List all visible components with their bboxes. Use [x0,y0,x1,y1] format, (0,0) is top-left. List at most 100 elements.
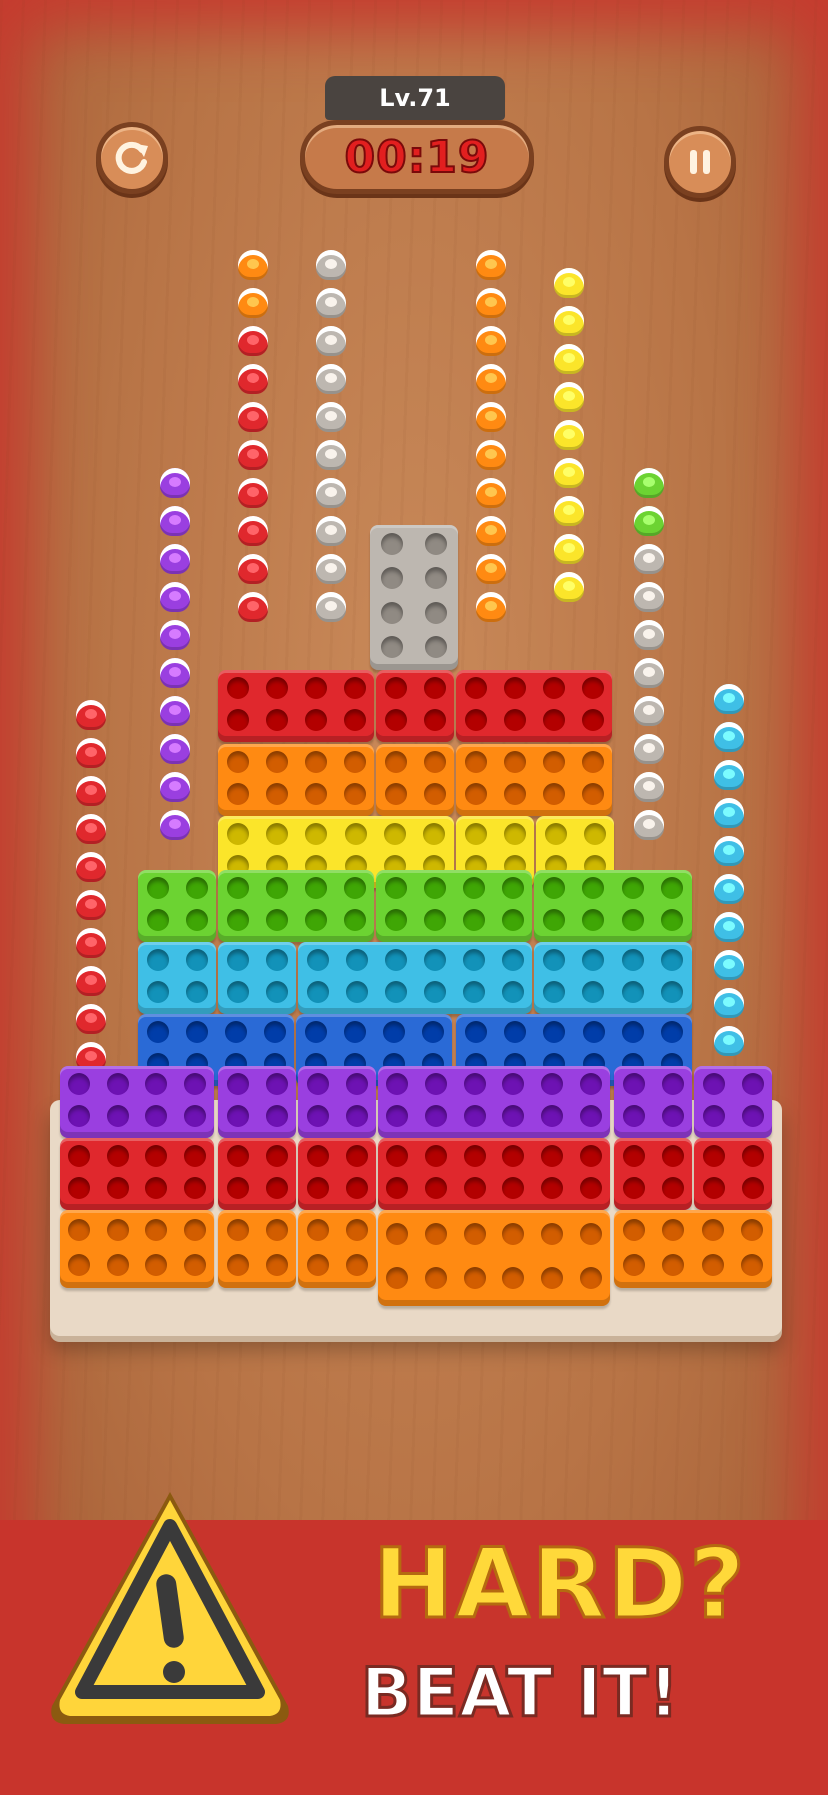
cup[interactable] [238,364,268,394]
brick[interactable] [298,942,532,1014]
brick[interactable] [60,1210,214,1288]
cup[interactable] [634,658,664,688]
brick[interactable] [614,1210,772,1288]
brick[interactable] [218,1066,296,1138]
cup[interactable] [554,572,584,602]
cup[interactable] [316,288,346,318]
cup[interactable] [316,326,346,356]
brick[interactable] [298,1066,376,1138]
cup[interactable] [238,554,268,584]
cup[interactable] [634,544,664,574]
cup[interactable] [714,950,744,980]
cup[interactable] [160,772,190,802]
cup[interactable] [634,734,664,764]
brick[interactable] [138,870,216,942]
cup[interactable] [76,852,106,882]
cup[interactable] [634,506,664,536]
cup[interactable] [476,288,506,318]
cup[interactable] [76,966,106,996]
cup[interactable] [316,402,346,432]
cup[interactable] [476,364,506,394]
brick[interactable] [376,670,454,742]
cup[interactable] [316,478,346,508]
cup[interactable] [634,468,664,498]
brick[interactable] [534,870,692,942]
cup[interactable] [76,1004,106,1034]
cup[interactable] [238,402,268,432]
cup[interactable] [238,288,268,318]
cup[interactable] [714,760,744,790]
cup[interactable] [160,544,190,574]
brick[interactable] [378,1138,610,1210]
brick[interactable] [370,525,458,670]
cup[interactable] [160,734,190,764]
brick[interactable] [456,670,612,742]
brick[interactable] [376,870,532,942]
cup[interactable] [476,554,506,584]
cup[interactable] [160,620,190,650]
restart-button[interactable] [96,122,168,194]
cup[interactable] [714,912,744,942]
brick[interactable] [376,744,454,816]
cup[interactable] [160,696,190,726]
brick[interactable] [614,1138,692,1210]
cup[interactable] [634,772,664,802]
cup[interactable] [476,478,506,508]
brick[interactable] [534,942,692,1014]
cup[interactable] [476,326,506,356]
brick[interactable] [298,1210,376,1288]
cup[interactable] [714,836,744,866]
cup[interactable] [160,506,190,536]
brick[interactable] [218,1210,296,1288]
brick[interactable] [298,1138,376,1210]
brick[interactable] [138,942,216,1014]
brick[interactable] [218,744,374,816]
cup[interactable] [76,928,106,958]
cup[interactable] [554,268,584,298]
cup[interactable] [76,738,106,768]
cup[interactable] [554,496,584,526]
cup[interactable] [634,696,664,726]
cup[interactable] [316,554,346,584]
cup[interactable] [634,620,664,650]
cup[interactable] [554,382,584,412]
brick[interactable] [218,1138,296,1210]
cup[interactable] [554,344,584,374]
brick[interactable] [378,1066,610,1138]
cup[interactable] [238,516,268,546]
cup[interactable] [316,440,346,470]
cup[interactable] [714,684,744,714]
cup[interactable] [476,250,506,280]
cup[interactable] [160,810,190,840]
cup[interactable] [238,250,268,280]
cup[interactable] [714,1026,744,1056]
cup[interactable] [76,700,106,730]
cup[interactable] [76,776,106,806]
cup[interactable] [476,516,506,546]
brick[interactable] [218,870,374,942]
brick[interactable] [60,1138,214,1210]
cup[interactable] [476,402,506,432]
pause-button[interactable] [664,126,736,198]
brick[interactable] [456,744,612,816]
cup[interactable] [238,440,268,470]
cup[interactable] [316,592,346,622]
brick[interactable] [614,1066,692,1138]
cup[interactable] [160,658,190,688]
cup[interactable] [238,592,268,622]
cup[interactable] [714,988,744,1018]
cup[interactable] [714,874,744,904]
cup[interactable] [634,582,664,612]
brick[interactable] [218,942,296,1014]
cup[interactable] [160,468,190,498]
brick[interactable] [60,1066,214,1138]
cup[interactable] [316,364,346,394]
cup[interactable] [160,582,190,612]
brick[interactable] [218,670,374,742]
cup[interactable] [554,458,584,488]
cup[interactable] [476,440,506,470]
cup[interactable] [634,810,664,840]
brick[interactable] [694,1066,772,1138]
cup[interactable] [714,722,744,752]
cup[interactable] [76,814,106,844]
